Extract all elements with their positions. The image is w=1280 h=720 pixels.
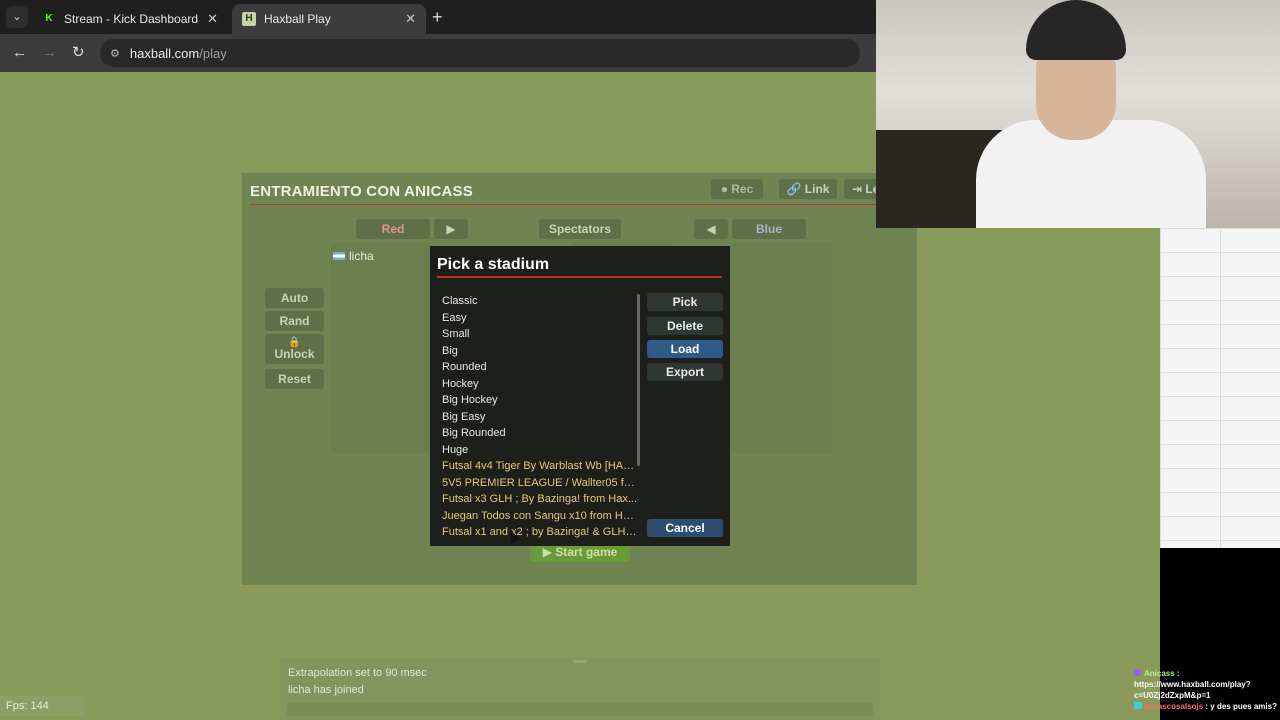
back-icon[interactable]: ← [12, 44, 27, 62]
stadium-list: Classic Easy Small Big Rounded Hockey Bi… [442, 293, 638, 541]
team-spectators-header[interactable]: Spectators [539, 219, 621, 239]
player-licha[interactable]: licha [333, 249, 374, 263]
chat-input[interactable] [287, 702, 873, 716]
dialog-title: Pick a stadium [437, 256, 550, 273]
rec-button[interactable]: ● Rec [711, 179, 763, 199]
log-line: licha has joined [288, 684, 364, 696]
stream-chat: Anicass : https://www.haxball.com/play?c… [1134, 668, 1280, 712]
stadium-item[interactable]: Hockey [442, 376, 638, 393]
reload-icon[interactable]: ↻ [72, 44, 85, 62]
cancel-button[interactable]: Cancel [647, 519, 723, 537]
tab-close-icon[interactable]: ✕ [207, 11, 218, 27]
new-tab-button[interactable]: + [432, 8, 443, 26]
link-button[interactable]: 🔗 Link [779, 179, 837, 199]
tab-close-icon[interactable]: ✕ [405, 11, 416, 27]
webcam-overlay [876, 0, 1280, 228]
chat-username: lamascosalsojs [1144, 702, 1204, 711]
rand-button[interactable]: Rand [265, 311, 324, 331]
delete-button[interactable]: Delete [647, 317, 723, 335]
custom-stadium-item[interactable]: Futsal x3 GLH ; By Bazinga! from Hax... [442, 491, 638, 508]
load-button[interactable]: Load [647, 340, 723, 358]
url-path: /play [199, 45, 227, 61]
stadium-item[interactable]: Big [442, 343, 638, 360]
chat-message: lamascosalsojs : y des pues amis? [1134, 701, 1280, 712]
chat-message-text: https://www.haxball.com/play?c=U0Zj2dZxp… [1134, 680, 1251, 700]
room-title: ENTRAMIENTO CON ANICASS [250, 183, 473, 200]
url-text: haxball.com/play [130, 46, 227, 61]
log-resize-handle[interactable] [573, 660, 587, 663]
reset-button[interactable]: Reset [265, 369, 324, 389]
stadium-item[interactable]: Big Hockey [442, 392, 638, 409]
tab-title: Haxball Play [264, 12, 331, 26]
auto-button[interactable]: Auto [265, 288, 324, 308]
export-button[interactable]: Export [647, 363, 723, 381]
custom-stadium-item[interactable]: Futsal x1 and x2 ; by Bazinga! & GLH f..… [442, 524, 638, 541]
pick-button[interactable]: Pick [647, 293, 723, 311]
kick-favicon-icon: K [42, 12, 56, 26]
dialog-title-divider [437, 276, 722, 278]
chat-badge-icon [1134, 669, 1141, 676]
argentina-flag-icon [333, 252, 345, 260]
stadium-item[interactable]: Small [442, 326, 638, 343]
stadium-item[interactable]: Big Easy [442, 409, 638, 426]
forward-icon[interactable]: → [42, 44, 57, 62]
stadium-item[interactable]: Big Rounded [442, 425, 638, 442]
url-field[interactable]: ⚙ haxball.com/play [100, 39, 860, 67]
custom-stadium-item[interactable]: 5V5 PREMIER LEAGUE / Wallter05 fro... [442, 475, 638, 492]
log-line: Extrapolation set to 90 msec [288, 667, 427, 679]
room-title-divider [250, 204, 880, 205]
tab-haxball-play[interactable]: H Haxball Play ✕ [232, 4, 426, 34]
red-team-list [331, 243, 431, 453]
stadium-item[interactable]: Easy [442, 310, 638, 327]
tab-search-menu-icon[interactable]: ⌄ [6, 6, 28, 28]
stadium-item[interactable]: Huge [442, 442, 638, 459]
webcam-person-cap [1026, 0, 1126, 60]
custom-stadium-item[interactable]: Juegan Todos con Sangu x10 from Ha... [442, 508, 638, 525]
stadium-item[interactable]: Rounded [442, 359, 638, 376]
unlock-label: Unlock [274, 347, 315, 361]
unlock-button[interactable]: 🔒 Unlock [265, 334, 324, 364]
tab-kick-dashboard[interactable]: K Stream - Kick Dashboard ✕ [32, 4, 228, 34]
url-host: haxball.com [129, 45, 200, 61]
room-log: Extrapolation set to 90 msec licha has j… [280, 658, 880, 720]
blue-team-list [732, 243, 832, 453]
brick-wall-overlay [1160, 228, 1280, 548]
haxball-favicon-icon: H [242, 12, 256, 26]
player-name: licha [349, 249, 374, 263]
stadium-list-scrollbar[interactable] [637, 294, 640, 466]
fps-counter: Fps: 144 [0, 696, 84, 716]
move-to-blue-arrow-icon[interactable]: ◀ [694, 219, 728, 239]
move-to-red-arrow-icon[interactable]: ▶ [434, 219, 468, 239]
custom-stadium-item[interactable]: Futsal 4v4 Tiger By Warblast Wb [HAX... [442, 458, 638, 475]
tab-title: Stream - Kick Dashboard [64, 12, 199, 26]
site-info-icon[interactable]: ⚙ [110, 47, 120, 60]
team-red-header[interactable]: Red [356, 219, 430, 239]
stadium-item[interactable]: Classic [442, 293, 638, 310]
pick-stadium-dialog: Pick a stadium Classic Easy Small Big Ro… [430, 246, 730, 546]
chat-username: Anicass [1144, 669, 1175, 678]
chat-badge-icon [1134, 702, 1142, 709]
chat-message: Anicass : [1134, 668, 1280, 679]
chat-message-text: : y des pues amis? [1205, 702, 1277, 711]
team-blue-header[interactable]: Blue [732, 219, 806, 239]
